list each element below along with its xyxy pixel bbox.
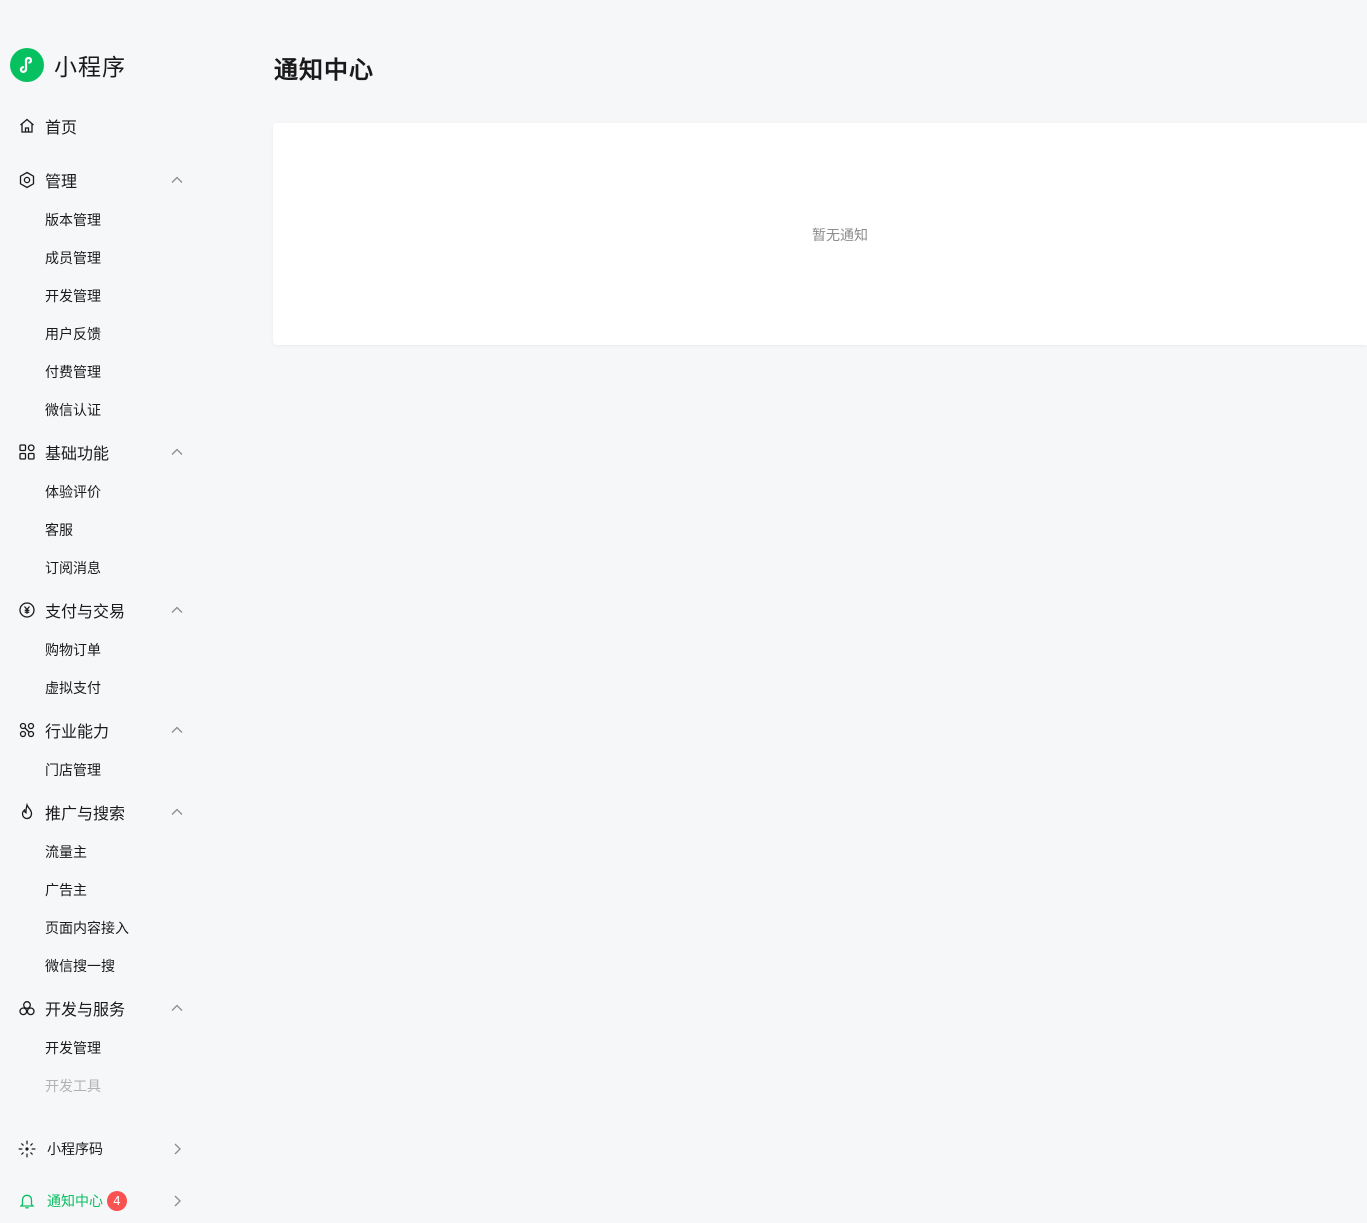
nav-qrcode[interactable]: 小程序码 — [0, 1134, 200, 1164]
sidebar-item-members[interactable]: 成员管理 — [45, 247, 195, 271]
industry-nodes-icon — [17, 720, 37, 740]
service-circles-icon — [17, 998, 37, 1018]
bell-icon — [17, 1191, 37, 1211]
sidebar-item-orders[interactable]: 购物订单 — [45, 639, 195, 663]
flame-icon — [17, 802, 37, 822]
nav-dev-label: 开发与服务 — [45, 1000, 126, 1019]
sidebar-item-subscribe[interactable]: 订阅消息 — [45, 557, 195, 581]
nav-pay-label: 支付与交易 — [45, 602, 126, 621]
sidebar-item-advertiser[interactable]: 广告主 — [45, 879, 195, 903]
sidebar-item-dev-management[interactable]: 开发管理 — [45, 1037, 195, 1061]
page-title: 通知中心 — [274, 56, 374, 84]
chevron-up-icon[interactable] — [168, 721, 186, 739]
nav-manage-label: 管理 — [45, 172, 78, 191]
sidebar-item-customer-service[interactable]: 客服 — [45, 519, 195, 543]
nav-industry-label: 行业能力 — [45, 722, 110, 741]
sidebar-item-payment[interactable]: 付费管理 — [45, 361, 195, 385]
nav-notification-label: 通知中心 — [47, 1194, 103, 1210]
sidebar-item-review[interactable]: 体验评价 — [45, 481, 195, 505]
nav-group-promo[interactable]: 推广与搜索 — [0, 797, 200, 827]
chevron-up-icon[interactable] — [168, 803, 186, 821]
chevron-up-icon[interactable] — [168, 999, 186, 1017]
sidebar-item-traffic-owner[interactable]: 流量主 — [45, 841, 195, 865]
nav-group-industry[interactable]: 行业能力 — [0, 715, 200, 745]
nav-group-manage[interactable]: 管理 — [0, 165, 200, 195]
sidebar: 小程序 首页 管理 版本管理 成员管理 开发管理 用户反馈 付费管理 微信认证 … — [0, 0, 230, 1223]
nav-promo-label: 推广与搜索 — [45, 804, 126, 823]
chevron-up-icon[interactable] — [168, 171, 186, 189]
sidebar-item-wechat-search[interactable]: 微信搜一搜 — [45, 955, 195, 979]
sidebar-item-content-access[interactable]: 页面内容接入 — [45, 917, 195, 941]
nav-home-label: 首页 — [45, 118, 78, 137]
chevron-right-icon[interactable] — [168, 1140, 186, 1158]
sidebar-item-dev-manage[interactable]: 开发管理 — [45, 285, 195, 309]
sidebar-item-wechat-verify[interactable]: 微信认证 — [45, 399, 195, 423]
notification-list-card: 暂无通知 — [273, 123, 1367, 345]
sidebar-item-feedback[interactable]: 用户反馈 — [45, 323, 195, 347]
nav-group-basic[interactable]: 基础功能 — [0, 437, 200, 467]
mini-program-code-icon — [17, 1139, 37, 1159]
brand[interactable]: 小程序 — [10, 48, 126, 82]
nav-qrcode-label: 小程序码 — [47, 1142, 103, 1158]
sidebar-item-dev-tools[interactable]: 开发工具 — [45, 1075, 195, 1099]
chevron-right-icon[interactable] — [168, 1192, 186, 1210]
nav-notification-center[interactable]: 通知中心 4 — [0, 1186, 200, 1216]
chevron-up-icon[interactable] — [168, 601, 186, 619]
nav-group-pay[interactable]: 支付与交易 — [0, 595, 200, 625]
brand-name: 小程序 — [54, 55, 126, 81]
sidebar-item-version[interactable]: 版本管理 — [45, 209, 195, 233]
notification-count-badge: 4 — [107, 1191, 127, 1211]
nav-group-dev[interactable]: 开发与服务 — [0, 993, 200, 1023]
mini-program-logo-icon — [10, 48, 44, 82]
empty-state-text: 暂无通知 — [812, 228, 868, 244]
nav-home[interactable]: 首页 — [0, 111, 200, 141]
settings-hexagon-icon — [17, 170, 37, 190]
yuan-coin-icon — [17, 600, 37, 620]
apps-grid-icon — [17, 442, 37, 462]
nav-basic-label: 基础功能 — [45, 444, 110, 463]
app: 小程序 首页 管理 版本管理 成员管理 开发管理 用户反馈 付费管理 微信认证 … — [0, 0, 1367, 1223]
home-icon — [17, 116, 37, 136]
sidebar-item-store[interactable]: 门店管理 — [45, 759, 195, 783]
chevron-up-icon[interactable] — [168, 443, 186, 461]
sidebar-item-virtual-pay[interactable]: 虚拟支付 — [45, 677, 195, 701]
